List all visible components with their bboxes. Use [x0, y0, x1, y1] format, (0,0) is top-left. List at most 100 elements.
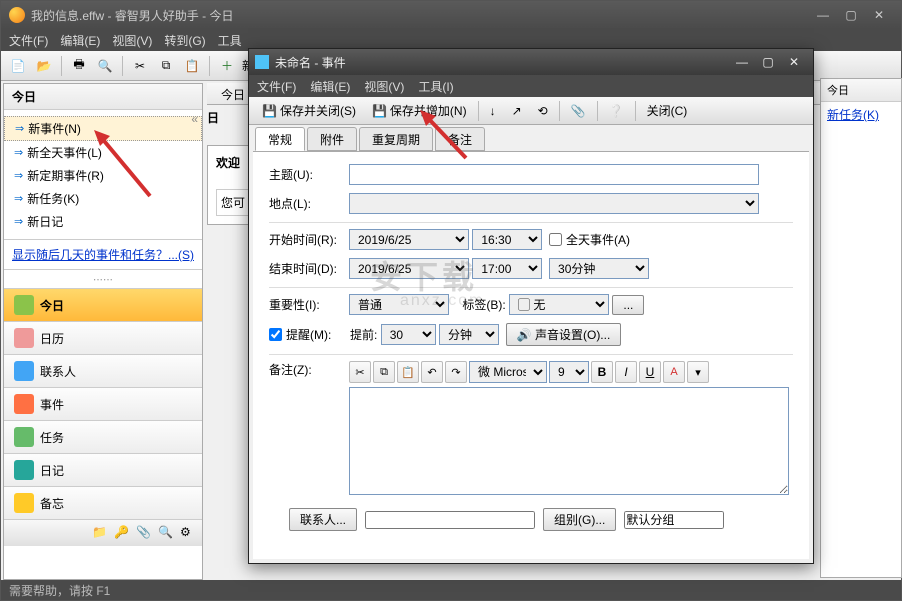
sidebar-grip[interactable]: ∙∙∙∙∙∙: [4, 269, 202, 288]
remind-unit-select[interactable]: 分钟: [439, 324, 499, 345]
tool-open-icon[interactable]: 📂: [33, 55, 55, 77]
remind-num-select[interactable]: 30: [381, 324, 436, 345]
nav-new-task[interactable]: ⇒新任务(K): [4, 187, 202, 210]
tool-icon[interactable]: ⟲: [531, 100, 555, 122]
nav-label: 新任务(K): [27, 190, 79, 207]
remind-before-label: 提前:: [350, 326, 377, 343]
importance-select[interactable]: 普通: [349, 294, 449, 315]
foot-icon[interactable]: 📁: [92, 525, 108, 541]
rte-redo-icon[interactable]: ↷: [445, 361, 467, 383]
dialog-maximize-button[interactable]: ▢: [755, 55, 781, 69]
separator: [478, 101, 479, 121]
tag-more-button[interactable]: ...: [612, 295, 644, 315]
foot-icon[interactable]: 🔑: [114, 525, 130, 541]
sidebar-hint-link[interactable]: 显示随后几天的事件和任务？...(S): [4, 239, 202, 269]
sidebar-nav: « ⇒新事件(N) ⇒新全天事件(L) ⇒新定期事件(R) ⇒新任务(K) ⇒新…: [4, 110, 202, 239]
sidebar: 今日 « ⇒新事件(N) ⇒新全天事件(L) ⇒新定期事件(R) ⇒新任务(K)…: [3, 83, 203, 580]
remind-checkbox[interactable]: [269, 328, 282, 341]
rte-bold-icon[interactable]: B: [591, 361, 613, 383]
rte-color-icon[interactable]: A: [663, 361, 685, 383]
help-icon[interactable]: ❔: [602, 100, 631, 122]
close-button[interactable]: 关闭(C): [640, 98, 695, 123]
duration-select[interactable]: 30分钟: [549, 258, 649, 279]
nav-new-journal[interactable]: ⇒新日记: [4, 210, 202, 233]
dlg-menu-view[interactable]: 视图(V): [364, 78, 404, 95]
nav-new-recurring[interactable]: ⇒新定期事件(R): [4, 164, 202, 187]
ob-tasks[interactable]: 任务: [4, 421, 202, 454]
allday-checkbox[interactable]: [549, 233, 562, 246]
tool-copy-icon[interactable]: ⧉: [155, 55, 177, 77]
foot-icon[interactable]: 🔍: [158, 525, 174, 541]
dlg-menu-edit[interactable]: 编辑(E): [310, 78, 350, 95]
end-time-select[interactable]: 17:00: [472, 258, 542, 279]
rte-highlight-icon[interactable]: ▾: [687, 361, 709, 383]
minimize-button[interactable]: —: [809, 8, 837, 22]
rte-undo-icon[interactable]: ↶: [421, 361, 443, 383]
tag-select[interactable]: ▢ 无: [509, 294, 609, 315]
tool-cut-icon[interactable]: ✂: [129, 55, 151, 77]
tab-general[interactable]: 常规: [255, 127, 305, 151]
rte-underline-icon[interactable]: U: [639, 361, 661, 383]
dlg-menu-tools[interactable]: 工具(I): [418, 78, 453, 95]
menu-file[interactable]: 文件(F): [9, 32, 48, 49]
nav-label: 新日记: [27, 213, 63, 230]
menu-edit[interactable]: 编辑(E): [60, 32, 100, 49]
dialog-minimize-button[interactable]: —: [729, 55, 755, 69]
tool-preview-icon[interactable]: 🔍: [94, 55, 116, 77]
location-select[interactable]: [349, 193, 759, 214]
tool-icon[interactable]: ↓: [483, 100, 503, 122]
sound-settings-button[interactable]: 🔊 声音设置(O)...: [506, 323, 622, 346]
nav-label: 新事件(N): [28, 120, 81, 137]
end-date-select[interactable]: 2019/6/25: [349, 258, 469, 279]
menu-view[interactable]: 视图(V): [112, 32, 152, 49]
dialog-close-button[interactable]: ✕: [781, 55, 807, 69]
tab-notes[interactable]: 备注: [435, 127, 485, 151]
tab-attachments[interactable]: 附件: [307, 127, 357, 151]
contact-input[interactable]: [365, 511, 535, 529]
menu-tools[interactable]: 工具: [218, 32, 242, 49]
ob-label: 备忘: [40, 495, 64, 512]
ob-label: 日历: [40, 330, 64, 347]
tool-paste-icon[interactable]: 📋: [181, 55, 203, 77]
tasks-icon: [14, 427, 34, 447]
outlook-bar: 今日 日历 联系人 事件 任务 日记 备忘 📁 🔑 📎 🔍 ⚙: [4, 288, 202, 546]
tool-icon[interactable]: ↗: [505, 100, 529, 122]
foot-icon[interactable]: 📎: [136, 525, 152, 541]
tab-recurrence[interactable]: 重复周期: [359, 127, 433, 151]
contact-button[interactable]: 联系人...: [289, 508, 357, 531]
dlg-menu-file[interactable]: 文件(F): [257, 78, 296, 95]
tool-new-icon[interactable]: 📄: [7, 55, 29, 77]
start-time-select[interactable]: 16:30: [472, 229, 542, 250]
ob-contacts[interactable]: 联系人: [4, 355, 202, 388]
nav-new-allday[interactable]: ⇒新全天事件(L): [4, 141, 202, 164]
notes-textarea[interactable]: [349, 387, 789, 495]
maximize-button[interactable]: ▢: [837, 8, 865, 22]
group-input[interactable]: [624, 511, 724, 529]
ob-today[interactable]: 今日: [4, 289, 202, 322]
menu-goto[interactable]: 转到(G): [164, 32, 205, 49]
ob-notes[interactable]: 备忘: [4, 487, 202, 520]
start-date-select[interactable]: 2019/6/25: [349, 229, 469, 250]
font-size-select[interactable]: 9: [549, 361, 589, 383]
ob-events[interactable]: 事件: [4, 388, 202, 421]
ob-calendar[interactable]: 日历: [4, 322, 202, 355]
rte-italic-icon[interactable]: I: [615, 361, 637, 383]
save-close-button[interactable]: 💾保存并关闭(S): [255, 98, 363, 123]
font-name-select[interactable]: 微 Microsc: [469, 361, 547, 383]
ob-journal[interactable]: 日记: [4, 454, 202, 487]
close-button[interactable]: ✕: [865, 8, 893, 22]
attachment-icon[interactable]: 📎: [564, 100, 593, 122]
rte-cut-icon[interactable]: ✂: [349, 361, 371, 383]
nav-label: 新定期事件(R): [27, 167, 104, 184]
collapse-icon[interactable]: «: [191, 112, 198, 126]
tool-add-icon[interactable]: ＋: [216, 55, 238, 77]
save-add-button[interactable]: 💾保存并增加(N): [365, 98, 474, 123]
rte-paste-icon[interactable]: 📋: [397, 361, 419, 383]
group-button[interactable]: 组别(G)...: [543, 508, 616, 531]
nav-new-event[interactable]: ⇒新事件(N): [4, 116, 202, 141]
subject-input[interactable]: [349, 164, 759, 185]
rte-copy-icon[interactable]: ⧉: [373, 361, 395, 383]
foot-icon[interactable]: ⚙: [180, 525, 196, 541]
right-new-task-link[interactable]: 新任务(K): [821, 102, 901, 127]
tool-print-icon[interactable]: 🖶: [68, 55, 90, 77]
